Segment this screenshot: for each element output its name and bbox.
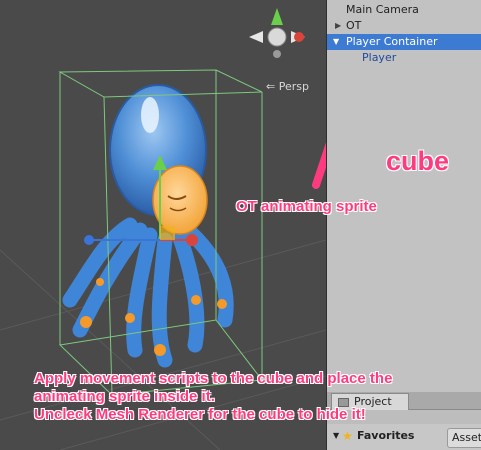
annotation-instruction-line-1: Apply movement scripts to the cube and p… <box>34 370 393 387</box>
persp-text: Persp <box>278 80 309 93</box>
persp-arrow-icon: ⇐ <box>266 80 279 93</box>
hierarchy-item-label: Player Container <box>346 35 438 48</box>
z-handle <box>84 235 94 245</box>
x-axis-cone <box>249 31 263 43</box>
hierarchy-item-label: OT <box>346 19 362 32</box>
persp-label[interactable]: ⇐ Persp <box>266 80 309 93</box>
hierarchy-item-player-container[interactable]: ▼ Player Container <box>327 34 481 50</box>
collapsed-triangle-icon[interactable]: ▶ <box>335 18 341 34</box>
hierarchy-item-ot[interactable]: ▶ OT <box>327 18 481 34</box>
star-icon: ★ <box>342 429 353 443</box>
hierarchy-item-main-camera[interactable]: Main Camera <box>327 2 481 18</box>
hierarchy-panel: Main Camera ▶ OT ▼ Player Container Play… <box>326 0 481 392</box>
favorites-item[interactable]: ▼ ★ Favorites <box>327 428 445 444</box>
octopus-belly <box>152 165 208 235</box>
assets-label: Assets <box>452 431 481 444</box>
favorites-label: Favorites <box>357 429 415 442</box>
x-handle <box>186 234 198 246</box>
annotation-arrows <box>312 142 326 189</box>
expanded-triangle-icon[interactable]: ▼ <box>333 34 339 50</box>
expanded-triangle-icon[interactable]: ▼ <box>333 428 339 444</box>
annotation-ot-sprite: OT animating sprite <box>236 198 377 215</box>
hierarchy-item-label: Player <box>362 51 397 64</box>
annotation-instruction-line-2: animating sprite inside it. <box>34 388 215 405</box>
annotation-cube: cube <box>386 146 450 176</box>
annotation-instruction-line-3: Uncleck Mesh Renderer for the cube to hi… <box>34 406 366 423</box>
scene-gizmo[interactable] <box>249 8 305 58</box>
octopus-sprite[interactable] <box>62 84 234 368</box>
hierarchy-item-player[interactable]: Player <box>327 50 481 66</box>
assets-breadcrumb[interactable]: Assets <box>447 428 481 448</box>
hierarchy-item-label: Main Camera <box>346 3 419 16</box>
x-axis-dot <box>294 32 304 42</box>
y-axis-cone <box>271 8 283 25</box>
